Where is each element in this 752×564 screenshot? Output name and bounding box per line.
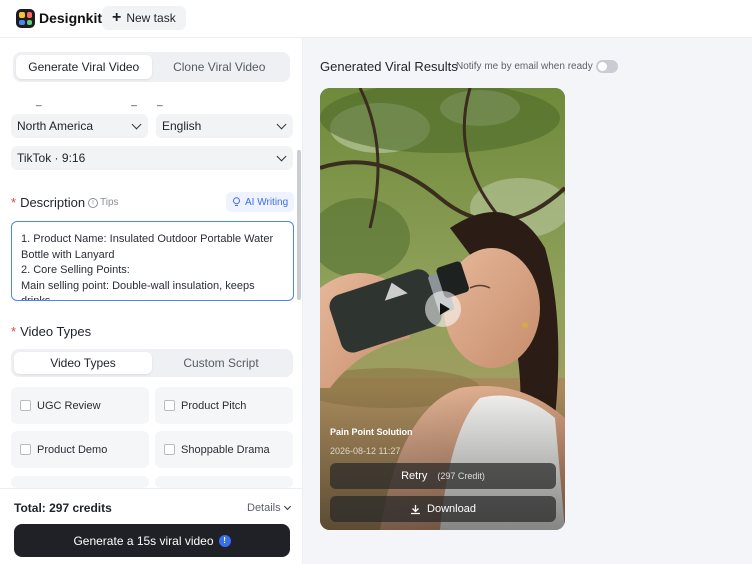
format-select-value: TikTok · 9:16 bbox=[17, 151, 86, 165]
video-type-option[interactable]: Product Demo bbox=[11, 431, 149, 468]
chevron-down-icon bbox=[276, 119, 287, 129]
checkbox[interactable] bbox=[164, 444, 175, 455]
new-task-label: New task bbox=[126, 11, 176, 25]
info-icon[interactable]: ! bbox=[218, 534, 231, 547]
chevron-down-icon bbox=[283, 502, 291, 511]
generate-label: Generate a 15s viral video bbox=[73, 533, 214, 548]
required-marker: * bbox=[11, 195, 17, 210]
video-type-option[interactable] bbox=[11, 476, 149, 488]
video-type-label: Product Demo bbox=[37, 443, 108, 456]
video-title: Pain Point Solution bbox=[330, 427, 413, 437]
language-select-value: English bbox=[162, 119, 202, 133]
tips-label: Tips bbox=[100, 197, 119, 208]
video-type-label: UGC Review bbox=[37, 399, 101, 412]
retry-button[interactable]: Retry (297 Credit) bbox=[330, 463, 556, 489]
brand-name[interactable]: Designkit bbox=[39, 10, 102, 26]
tab-clone-viral-video[interactable]: Clone Viral Video bbox=[152, 55, 288, 79]
video-type-label: Shoppable Drama bbox=[181, 443, 270, 456]
new-task-button[interactable]: + New task bbox=[102, 6, 186, 30]
chevron-down-icon bbox=[276, 151, 287, 161]
description-title-text: Description bbox=[20, 195, 86, 210]
language-select[interactable]: English bbox=[156, 114, 293, 138]
video-type-label: Product Pitch bbox=[181, 399, 247, 412]
video-type-option[interactable]: Product Pitch bbox=[155, 387, 293, 424]
collapsed-section-indicator: _ _ _ bbox=[36, 96, 166, 107]
region-select[interactable]: North America bbox=[11, 114, 148, 138]
notify-toggle[interactable] bbox=[596, 60, 618, 73]
checkbox[interactable] bbox=[20, 400, 31, 411]
video-types-title: * Video Types bbox=[11, 324, 91, 339]
tips-link[interactable]: i Tips bbox=[88, 197, 119, 208]
download-label: Download bbox=[427, 503, 476, 515]
info-icon: i bbox=[88, 197, 98, 208]
ai-writing-label: AI Writing bbox=[245, 196, 289, 208]
play-icon[interactable] bbox=[425, 291, 461, 327]
description-textarea[interactable]: 1. Product Name: Insulated Outdoor Porta… bbox=[11, 221, 294, 301]
chevron-down-icon bbox=[131, 119, 142, 129]
description-title: * Description bbox=[11, 195, 85, 210]
download-button[interactable]: Download bbox=[330, 496, 556, 522]
tab-custom-script[interactable]: Custom Script bbox=[152, 352, 290, 374]
video-types-title-text: Video Types bbox=[20, 324, 92, 339]
lightbulb-icon bbox=[233, 197, 240, 206]
video-type-option[interactable]: Shoppable Drama bbox=[155, 431, 293, 468]
top-bar: Designkit + New task bbox=[0, 0, 752, 38]
format-select[interactable]: TikTok · 9:16 bbox=[11, 146, 293, 170]
download-icon bbox=[411, 504, 421, 514]
required-marker: * bbox=[11, 324, 17, 339]
video-type-option[interactable]: UGC Review bbox=[11, 387, 149, 424]
left-panel: Generate Viral Video Clone Viral Video _… bbox=[0, 38, 303, 564]
scrollbar-thumb[interactable] bbox=[297, 150, 301, 300]
video-date: 2026-08-12 11:27 bbox=[330, 446, 401, 456]
details-label: Details bbox=[247, 502, 281, 514]
tab-generate-viral-video[interactable]: Generate Viral Video bbox=[16, 55, 152, 79]
checkbox[interactable] bbox=[20, 444, 31, 455]
plus-icon: + bbox=[112, 9, 122, 26]
total-credits: Total: 297 credits bbox=[14, 501, 112, 515]
video-types-tabs: Video Types Custom Script bbox=[11, 349, 293, 377]
designkit-logo[interactable] bbox=[16, 9, 35, 28]
video-card[interactable]: Pain Point Solution 2026-08-12 11:27 Ret… bbox=[320, 88, 565, 530]
mode-tabs: Generate Viral Video Clone Viral Video bbox=[13, 52, 290, 82]
checkbox[interactable] bbox=[164, 400, 175, 411]
video-type-option[interactable] bbox=[155, 476, 293, 488]
retry-credit: (297 Credit) bbox=[437, 471, 485, 481]
generate-footer: Total: 297 credits Details Generate a 15… bbox=[0, 488, 302, 564]
region-select-value: North America bbox=[17, 119, 94, 133]
generate-video-button[interactable]: Generate a 15s viral video ! bbox=[14, 524, 290, 557]
ai-writing-button[interactable]: AI Writing bbox=[226, 192, 295, 212]
results-title: Generated Viral Results bbox=[320, 59, 458, 74]
tab-video-types[interactable]: Video Types bbox=[14, 352, 152, 374]
details-toggle[interactable]: Details bbox=[247, 502, 291, 514]
retry-label: Retry bbox=[401, 470, 428, 482]
notify-label: Notify me by email when ready bbox=[456, 61, 593, 72]
